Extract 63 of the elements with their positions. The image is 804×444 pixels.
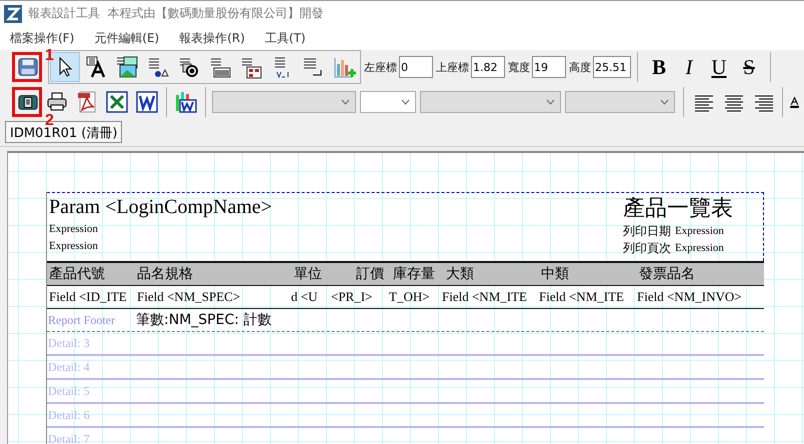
column-header: 大類	[445, 266, 475, 283]
band-label: Detail: 5	[47, 384, 90, 398]
band-label: Detail: 3	[47, 336, 90, 350]
band-label: Detail: 4	[47, 360, 90, 374]
underline-button[interactable]: U	[704, 52, 734, 82]
chevron-down-icon	[546, 98, 555, 104]
spreadsheet-icon	[105, 90, 129, 114]
column-header: 中類	[540, 266, 570, 283]
menu-item[interactable]: 元件編輯(E)	[88, 30, 166, 46]
number-field[interactable]: 0	[399, 56, 433, 78]
text-tool-icon	[84, 55, 108, 79]
summary-field: 筆數:NM_SPEC: 計數	[136, 311, 272, 329]
expression-field: Expression	[49, 238, 272, 255]
header-label: 列印頁次	[623, 240, 671, 257]
field-label: 左座標	[364, 60, 397, 74]
band-label: Detail: 7	[47, 432, 90, 444]
column-header: 產品代號	[48, 266, 106, 283]
number-field[interactable]: 19	[532, 56, 566, 78]
italic-button[interactable]: I	[674, 52, 704, 82]
field-label: 寬度	[508, 60, 530, 74]
report-title-label: 產品一覽表	[623, 194, 734, 222]
band-label: Report Footer	[47, 312, 116, 328]
column-header: 單位	[293, 266, 323, 283]
field-label: 上座標	[436, 60, 469, 74]
app-logo-icon	[4, 4, 22, 22]
document-icon	[135, 90, 159, 114]
chevron-down-icon	[341, 98, 350, 104]
bold-button[interactable]: B	[644, 52, 674, 82]
printer-icon	[45, 90, 69, 114]
data-field: <PR_I>	[329, 289, 387, 305]
preview-button[interactable]	[12, 86, 42, 116]
save-button[interactable]	[12, 52, 42, 82]
expression-field: Expression	[675, 223, 724, 240]
expression-field: Expression	[49, 221, 272, 238]
data-field: Field <ID_ITE	[47, 289, 135, 305]
column-header: 品名規格	[136, 266, 194, 283]
column-header: 發票品名	[638, 266, 696, 283]
chevron-down-icon	[660, 98, 669, 104]
report-title-field: Param <LoginCompName>	[49, 193, 272, 221]
chevron-down-icon	[401, 98, 410, 104]
band-label: Detail: 6	[47, 408, 90, 422]
chart-document-icon	[174, 90, 198, 114]
menu-item[interactable]: 檔案操作(F)	[4, 30, 80, 46]
data-field: Field <NM_ITE	[440, 289, 537, 305]
menu-item[interactable]: 工具(T)	[258, 30, 312, 46]
data-field: Field <NM_ITE	[537, 289, 635, 305]
number-field[interactable]: 1.82	[471, 56, 505, 78]
expression-field: Expression	[675, 240, 724, 257]
data-field: Field <NM_SPEC>	[135, 289, 289, 305]
bar-chart-icon	[332, 55, 356, 79]
column-header: 訂價	[355, 266, 385, 283]
window-title: 報表設計工具 本程式由【數碼動量股份有限公司】開發	[28, 5, 324, 22]
number-field[interactable]: 25.51	[593, 56, 631, 78]
field-label: 高度	[569, 60, 591, 74]
strike-button[interactable]: S	[734, 52, 764, 82]
column-header: 庫存量	[392, 265, 436, 283]
data-field: d <U	[289, 289, 329, 305]
data-field: Field <NM_INVO>	[635, 289, 757, 305]
menu-item[interactable]: 報表操作(R)	[173, 30, 251, 46]
step-number: 1	[45, 48, 54, 64]
image-tool-icon	[115, 55, 139, 79]
data-field: T_OH>	[387, 289, 440, 305]
header-label: 列印日期	[623, 223, 671, 240]
